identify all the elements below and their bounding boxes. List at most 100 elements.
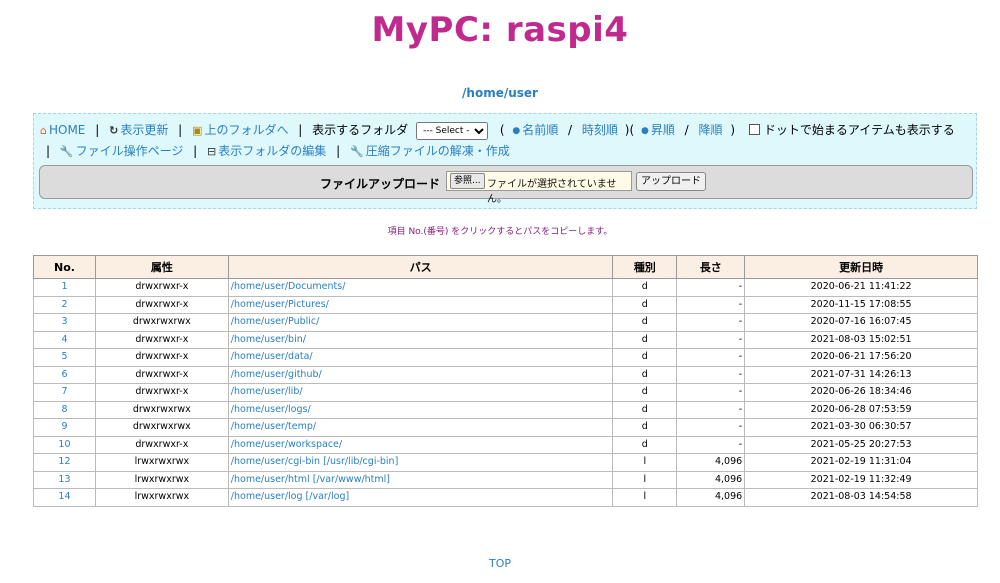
table-header-row: No. 属性 パス 種別 長さ 更新日時 — [33, 255, 978, 279]
radio-dot-icon: ● — [512, 126, 521, 136]
edit-folders-link[interactable]: 表示フォルダの編集 — [218, 144, 326, 158]
row-type: d — [612, 295, 678, 314]
separator: | — [298, 123, 303, 137]
row-number[interactable]: 5 — [33, 348, 96, 367]
row-path-link[interactable]: /home/user/Pictures/ — [227, 295, 614, 314]
row-date: 2021-05-25 20:27:53 — [744, 435, 978, 454]
top-link-container: TOP — [0, 557, 1000, 570]
row-type: d — [612, 383, 678, 402]
table-row: 4 drwxrwxr-x /home/user/bin/ d - 2021-08… — [33, 330, 978, 349]
home-icon: ⌂ — [40, 124, 47, 137]
paren-close: ) — [730, 123, 736, 137]
sort-name-link[interactable]: 名前順 — [522, 123, 558, 137]
folder-select[interactable]: --- Select --- — [416, 121, 488, 140]
table-row: 1 drwxrwxr-x /home/user/Documents/ d - 2… — [33, 278, 978, 297]
home-link[interactable]: HOME — [49, 123, 85, 137]
slash: / — [684, 123, 689, 137]
upload-button[interactable]: アップロード — [636, 172, 706, 191]
top-link[interactable]: TOP — [489, 557, 511, 570]
row-path-link[interactable]: /home/user/bin/ — [227, 330, 614, 349]
row-size: - — [676, 400, 746, 419]
toolbar-line: ⌂ HOME | ↻ 表示更新 | ▣ 上のフォルダへ | 表示するフォルダ --- … — [40, 120, 974, 162]
header-type: 種別 — [612, 255, 678, 279]
separator: | — [95, 123, 100, 137]
row-attr: drwxrwxr-x — [94, 295, 229, 314]
row-path-link[interactable]: /home/user/github/ — [227, 365, 614, 384]
refresh-link[interactable]: 表示更新 — [120, 123, 168, 137]
show-dot-label: ドットで始まるアイテムも表示する — [763, 123, 955, 137]
row-number[interactable]: 14 — [33, 488, 96, 507]
row-path-link[interactable]: /home/user/logs/ — [227, 400, 614, 419]
browse-button[interactable]: 参照... — [450, 173, 485, 189]
row-number[interactable]: 9 — [33, 418, 96, 437]
table-row: 5 drwxrwxr-x /home/user/data/ d - 2020-0… — [33, 348, 978, 367]
row-path-link[interactable]: /home/user/log [/var/log] — [227, 488, 614, 507]
table-row: 12 lrwxrwxrwx /home/user/cgi-bin [/usr/l… — [33, 453, 978, 472]
row-type: d — [612, 418, 678, 437]
header-no: No. — [33, 255, 96, 279]
table-row: 14 lrwxrwxrwx /home/user/log [/var/log] … — [33, 488, 978, 507]
row-number[interactable]: 1 — [33, 278, 96, 297]
separator: | — [178, 123, 183, 137]
row-number[interactable]: 2 — [33, 295, 96, 314]
row-number[interactable]: 8 — [33, 400, 96, 419]
row-date: 2020-06-21 11:41:22 — [744, 278, 978, 297]
row-path-link[interactable]: /home/user/workspace/ — [227, 435, 614, 454]
row-path-link[interactable]: /home/user/lib/ — [227, 383, 614, 402]
row-attr: lrwxrwxrwx — [94, 488, 229, 507]
row-path-link[interactable]: /home/user/Public/ — [227, 313, 614, 332]
row-size: - — [676, 295, 746, 314]
row-path-link[interactable]: /home/user/temp/ — [227, 418, 614, 437]
separator: | — [336, 144, 341, 158]
row-type: d — [612, 435, 678, 454]
row-number[interactable]: 12 — [33, 453, 96, 472]
parent-folder-link[interactable]: 上のフォルダへ — [204, 123, 288, 137]
row-size: - — [676, 435, 746, 454]
sort-desc-link[interactable]: 降順 — [699, 123, 723, 137]
row-size: - — [676, 278, 746, 297]
radio-dot-icon: ● — [640, 126, 649, 136]
separator: | — [46, 144, 51, 158]
row-size: - — [676, 330, 746, 349]
table-row: 7 drwxrwxr-x /home/user/lib/ d - 2020-06… — [33, 383, 978, 402]
row-type: l — [612, 453, 678, 472]
row-attr: drwxrwxr-x — [94, 383, 229, 402]
slash: / — [568, 123, 573, 137]
row-number[interactable]: 13 — [33, 470, 96, 489]
row-type: d — [612, 330, 678, 349]
row-date: 2021-02-19 11:32:49 — [744, 470, 978, 489]
show-dot-checkbox[interactable] — [748, 124, 760, 135]
row-path-link[interactable]: /home/user/cgi-bin [/usr/lib/cgi-bin] — [227, 453, 614, 472]
row-number[interactable]: 3 — [33, 313, 96, 332]
toolbar: ⌂ HOME | ↻ 表示更新 | ▣ 上のフォルダへ | 表示するフォルダ --- … — [33, 113, 977, 209]
sort-time-link[interactable]: 時刻順 — [582, 123, 618, 137]
row-attr: drwxrwxr-x — [94, 365, 229, 384]
row-number[interactable]: 4 — [33, 330, 96, 349]
page-title: MyPC: raspi4 — [371, 10, 629, 50]
archive-link[interactable]: 圧縮ファイルの解凍・作成 — [366, 144, 510, 158]
row-path-link[interactable]: /home/user/Documents/ — [227, 278, 614, 297]
row-type: l — [612, 488, 678, 507]
paren-mid: )( — [624, 123, 635, 137]
wrench-icon: 🔧 — [349, 145, 364, 158]
row-date: 2021-08-03 15:02:51 — [744, 330, 978, 349]
row-date: 2020-11-15 17:08:55 — [744, 295, 978, 314]
row-attr: drwxrwxr-x — [94, 330, 229, 349]
row-number[interactable]: 7 — [33, 383, 96, 402]
file-input[interactable]: 参照... ファイルが選択されていません。 — [446, 171, 632, 205]
row-path-link[interactable]: /home/user/data/ — [227, 348, 614, 367]
current-path-link[interactable]: /home/user — [462, 86, 538, 100]
table-row: 10 drwxrwxr-x /home/user/workspace/ d - … — [33, 435, 978, 454]
row-attr: drwxrwxrwx — [94, 418, 229, 437]
header-attr: 属性 — [94, 255, 229, 279]
file-ops-link[interactable]: ファイル操作ページ — [76, 144, 184, 158]
row-number[interactable]: 10 — [33, 435, 96, 454]
file-table: No. 属性 パス 種別 長さ 更新日時 1 drwxrwxr-x /home/… — [33, 255, 978, 507]
row-path-link[interactable]: /home/user/html [/var/www/html] — [227, 470, 614, 489]
sort-asc-link[interactable]: 昇順 — [651, 123, 675, 137]
row-number[interactable]: 6 — [33, 365, 96, 384]
row-attr: drwxrwxr-x — [94, 435, 229, 454]
paren-open: ( — [499, 123, 505, 137]
row-date: 2021-02-19 11:31:04 — [744, 453, 978, 472]
no-file-text: ファイルが選択されていません。 — [487, 179, 617, 205]
